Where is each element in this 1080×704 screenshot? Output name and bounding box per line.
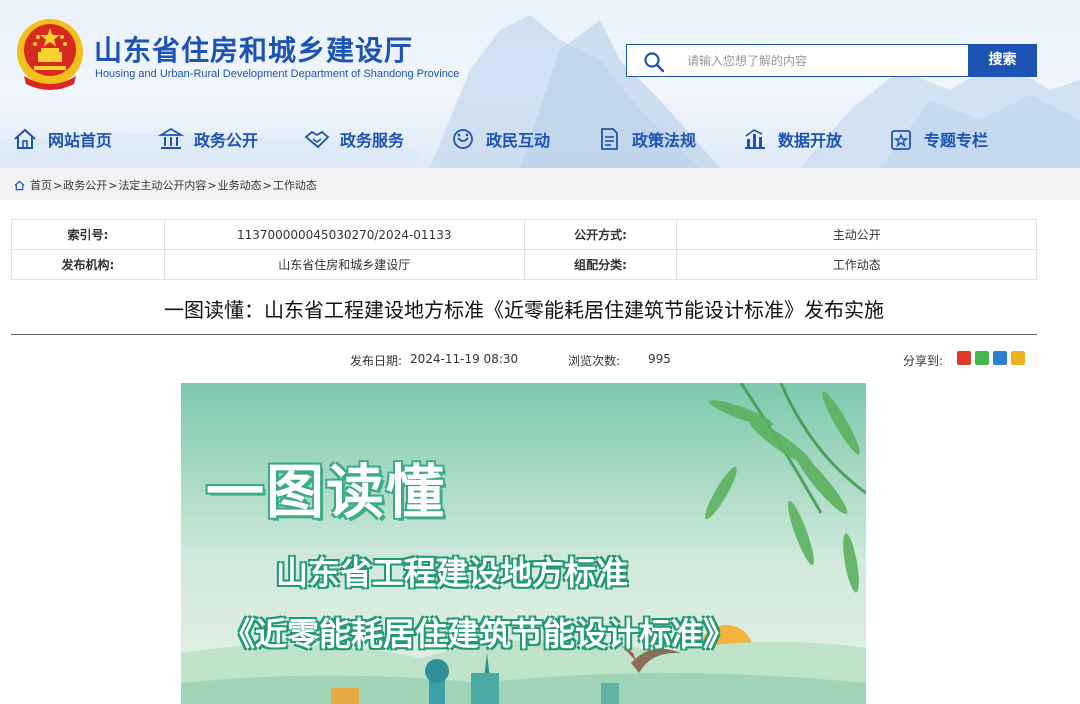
site-title: 山东省住房和城乡建设厅 (94, 34, 414, 67)
index-label: 索引号: (11, 219, 165, 250)
breadcrumb-home[interactable]: 首页 (30, 177, 52, 193)
publish-date-value: 2024-11-19 08:30 (410, 352, 519, 366)
nav-label-gov-service: 政务服务 (340, 131, 405, 150)
banner-heading: 一图读懂 (206, 458, 447, 526)
category-value: 工作动态 (676, 249, 1037, 280)
home-icon (14, 180, 25, 190)
nav-item-interaction[interactable]: 政民互动 (450, 120, 550, 158)
banner-standard-name: 《近零能耗居住建筑节能设计标准》 (223, 615, 736, 653)
category-label: 组配分类: (523, 249, 678, 280)
title-divider (11, 334, 1037, 335)
banner-illustration (181, 383, 866, 704)
search-input[interactable] (687, 51, 957, 71)
org-label: 发布机构: (11, 249, 165, 280)
nav-label-home: 网站首页 (48, 131, 113, 150)
share-icons (957, 351, 1025, 365)
article-banner-image: 一图读懂 山东省工程建设地方标准 《近零能耗居住建筑节能设计标准》 (181, 383, 866, 704)
nav-label-interaction: 政民互动 (486, 131, 551, 150)
nav-label-data: 数据开放 (778, 131, 843, 150)
home-icon (14, 128, 36, 149)
chart-icon (745, 129, 765, 149)
interaction-icon (453, 129, 473, 149)
nav-item-policy[interactable]: 政策法规 (596, 120, 696, 158)
article-meta-table: 索引号: 113700000045030270/2024-01133 公开方式:… (11, 219, 1037, 280)
table-row: 索引号: 113700000045030270/2024-01133 公开方式:… (11, 219, 1037, 250)
share-label: 分享到: (903, 354, 944, 368)
site-subtitle: Housing and Urban-Rural Development Depa… (95, 68, 460, 80)
nav-item-topics[interactable]: 专题专栏 (888, 120, 988, 158)
search-button[interactable]: 搜索 (968, 44, 1037, 77)
breadcrumb-business[interactable]: 业务动态 (218, 177, 262, 193)
article-title: 一图读懂：山东省工程建设地方标准《近零能耗居住建筑节能设计标准》发布实施 (164, 298, 884, 322)
nav-item-gov-open[interactable]: 政务公开 (158, 120, 258, 158)
org-value: 山东省住房和城乡建设厅 (163, 249, 525, 280)
breadcrumb-work-news[interactable]: 工作动态 (273, 177, 317, 193)
nav-item-home[interactable]: 网站首页 (12, 120, 112, 158)
document-icon (601, 128, 618, 150)
views-value: 995 (648, 352, 671, 366)
nav-label-gov-open: 政务公开 (194, 131, 259, 150)
search-box: 搜索 (626, 44, 1037, 77)
qzone-icon[interactable] (1011, 351, 1025, 365)
banner-subheading: 山东省工程建设地方标准 (276, 554, 629, 592)
main-nav: 网站首页 政务公开 政务服务 政民互动 政策法规 数据开放 专题专栏 (0, 120, 1080, 158)
views-label: 浏览次数: (568, 354, 621, 368)
index-value: 113700000045030270/2024-01133 (163, 219, 525, 250)
publish-mode-value: 主动公开 (676, 219, 1037, 250)
wechat-icon[interactable] (975, 351, 989, 365)
nav-item-data[interactable]: 数据开放 (742, 120, 842, 158)
qq-icon[interactable] (993, 351, 1007, 365)
breadcrumb-statutory[interactable]: 法定主动公开内容 (118, 177, 206, 193)
table-row: 发布机构: 山东省住房和城乡建设厅 组配分类: 工作动态 (11, 249, 1037, 280)
breadcrumb: 首页 > 政务公开 > 法定主动公开内容 > 业务动态 > 工作动态 (14, 177, 317, 193)
publish-date-label: 发布日期: (350, 354, 403, 368)
search-icon (644, 52, 665, 73)
national-emblem-logo (17, 19, 83, 90)
breadcrumb-bar: 首页 > 政务公开 > 法定主动公开内容 > 业务动态 > 工作动态 (0, 168, 1080, 200)
government-building-icon (158, 127, 184, 149)
nav-item-gov-service[interactable]: 政务服务 (304, 120, 404, 158)
topic-icon (891, 130, 911, 150)
publish-mode-label: 公开方式: (523, 219, 678, 250)
nav-label-policy: 政策法规 (632, 131, 697, 150)
breadcrumb-gov-open[interactable]: 政务公开 (63, 177, 107, 193)
weibo-icon[interactable] (957, 351, 971, 365)
site-header: 山东省住房和城乡建设厅 Housing and Urban-Rural Deve… (0, 0, 1080, 168)
nav-label-topics: 专题专栏 (924, 131, 989, 150)
handshake-icon (304, 130, 330, 149)
